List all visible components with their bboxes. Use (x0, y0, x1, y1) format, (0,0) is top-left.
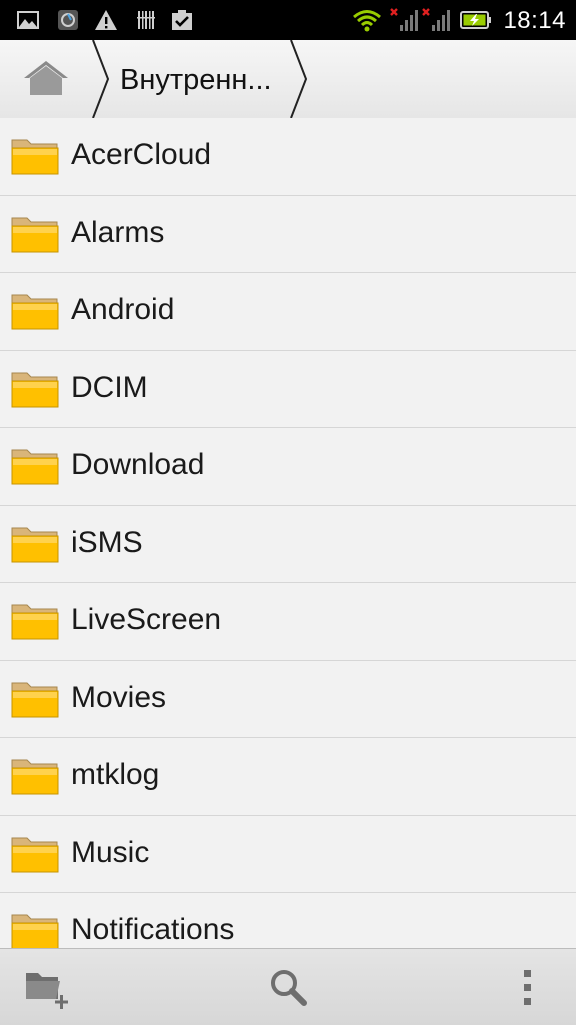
gallery-icon (17, 11, 39, 29)
folder-list-item[interactable]: Android (0, 273, 576, 351)
folder-name: iSMS (71, 525, 143, 559)
folder-list-item[interactable]: mtklog (0, 738, 576, 816)
folder-icon (11, 602, 59, 640)
folder-list-item[interactable]: Alarms (0, 196, 576, 273)
signal-sim2-icon (422, 8, 450, 31)
folder-name: LiveScreen (71, 603, 222, 636)
new-folder-icon[interactable] (22, 963, 74, 1013)
folder-name: Android (71, 293, 175, 326)
barcode-icon (137, 11, 155, 29)
folder-list-item[interactable]: Download (0, 428, 576, 506)
folder-icon (11, 370, 59, 408)
app-notification-icon (58, 10, 78, 30)
signal-sim1-icon (390, 8, 418, 31)
folder-icon (11, 525, 59, 563)
folder-name: DCIM (71, 370, 148, 404)
path-bar: Внутренн... (0, 40, 576, 119)
folder-icon (11, 757, 59, 795)
folder-icon (11, 137, 59, 175)
clipboard-check-icon (172, 10, 192, 30)
battery-charging-icon (460, 11, 491, 29)
home-button[interactable] (0, 40, 92, 118)
folder-name: Download (71, 448, 205, 481)
folder-name: mtklog (71, 758, 160, 791)
folder-list-item[interactable]: LiveScreen (0, 583, 576, 661)
folder-icon (11, 447, 59, 485)
folder-list-item[interactable]: DCIM (0, 351, 576, 428)
folder-icon (11, 680, 59, 718)
status-time: 18:14 (503, 7, 566, 34)
breadcrumb-current-folder[interactable]: Внутренн... (120, 64, 272, 97)
folder-icon (11, 292, 59, 330)
folder-name: Alarms (71, 215, 165, 249)
overflow-menu-icon[interactable] (502, 963, 554, 1013)
folder-icon (11, 835, 59, 873)
warning-icon (95, 10, 117, 30)
home-icon (24, 61, 68, 95)
bottom-action-bar (0, 948, 576, 1025)
folder-list-item[interactable]: Music (0, 816, 576, 893)
folder-icon (11, 912, 59, 948)
status-bar: 18:14 (0, 0, 576, 40)
folder-list-item[interactable]: AcerCloud (0, 118, 576, 196)
file-list: AcerCloud Alarms Android DCIM Download iSMS Li… (0, 118, 576, 948)
folder-icon (11, 215, 59, 253)
wifi-icon (353, 10, 381, 32)
folder-name: Notifications (71, 913, 235, 946)
search-icon[interactable] (262, 963, 314, 1013)
folder-list-item[interactable]: iSMS (0, 506, 576, 583)
folder-name: Music (71, 835, 150, 869)
folder-list-item[interactable]: Movies (0, 661, 576, 738)
folder-list-item[interactable]: Notifications (0, 893, 576, 948)
folder-name: Movies (71, 680, 167, 714)
folder-name: AcerCloud (71, 138, 212, 171)
